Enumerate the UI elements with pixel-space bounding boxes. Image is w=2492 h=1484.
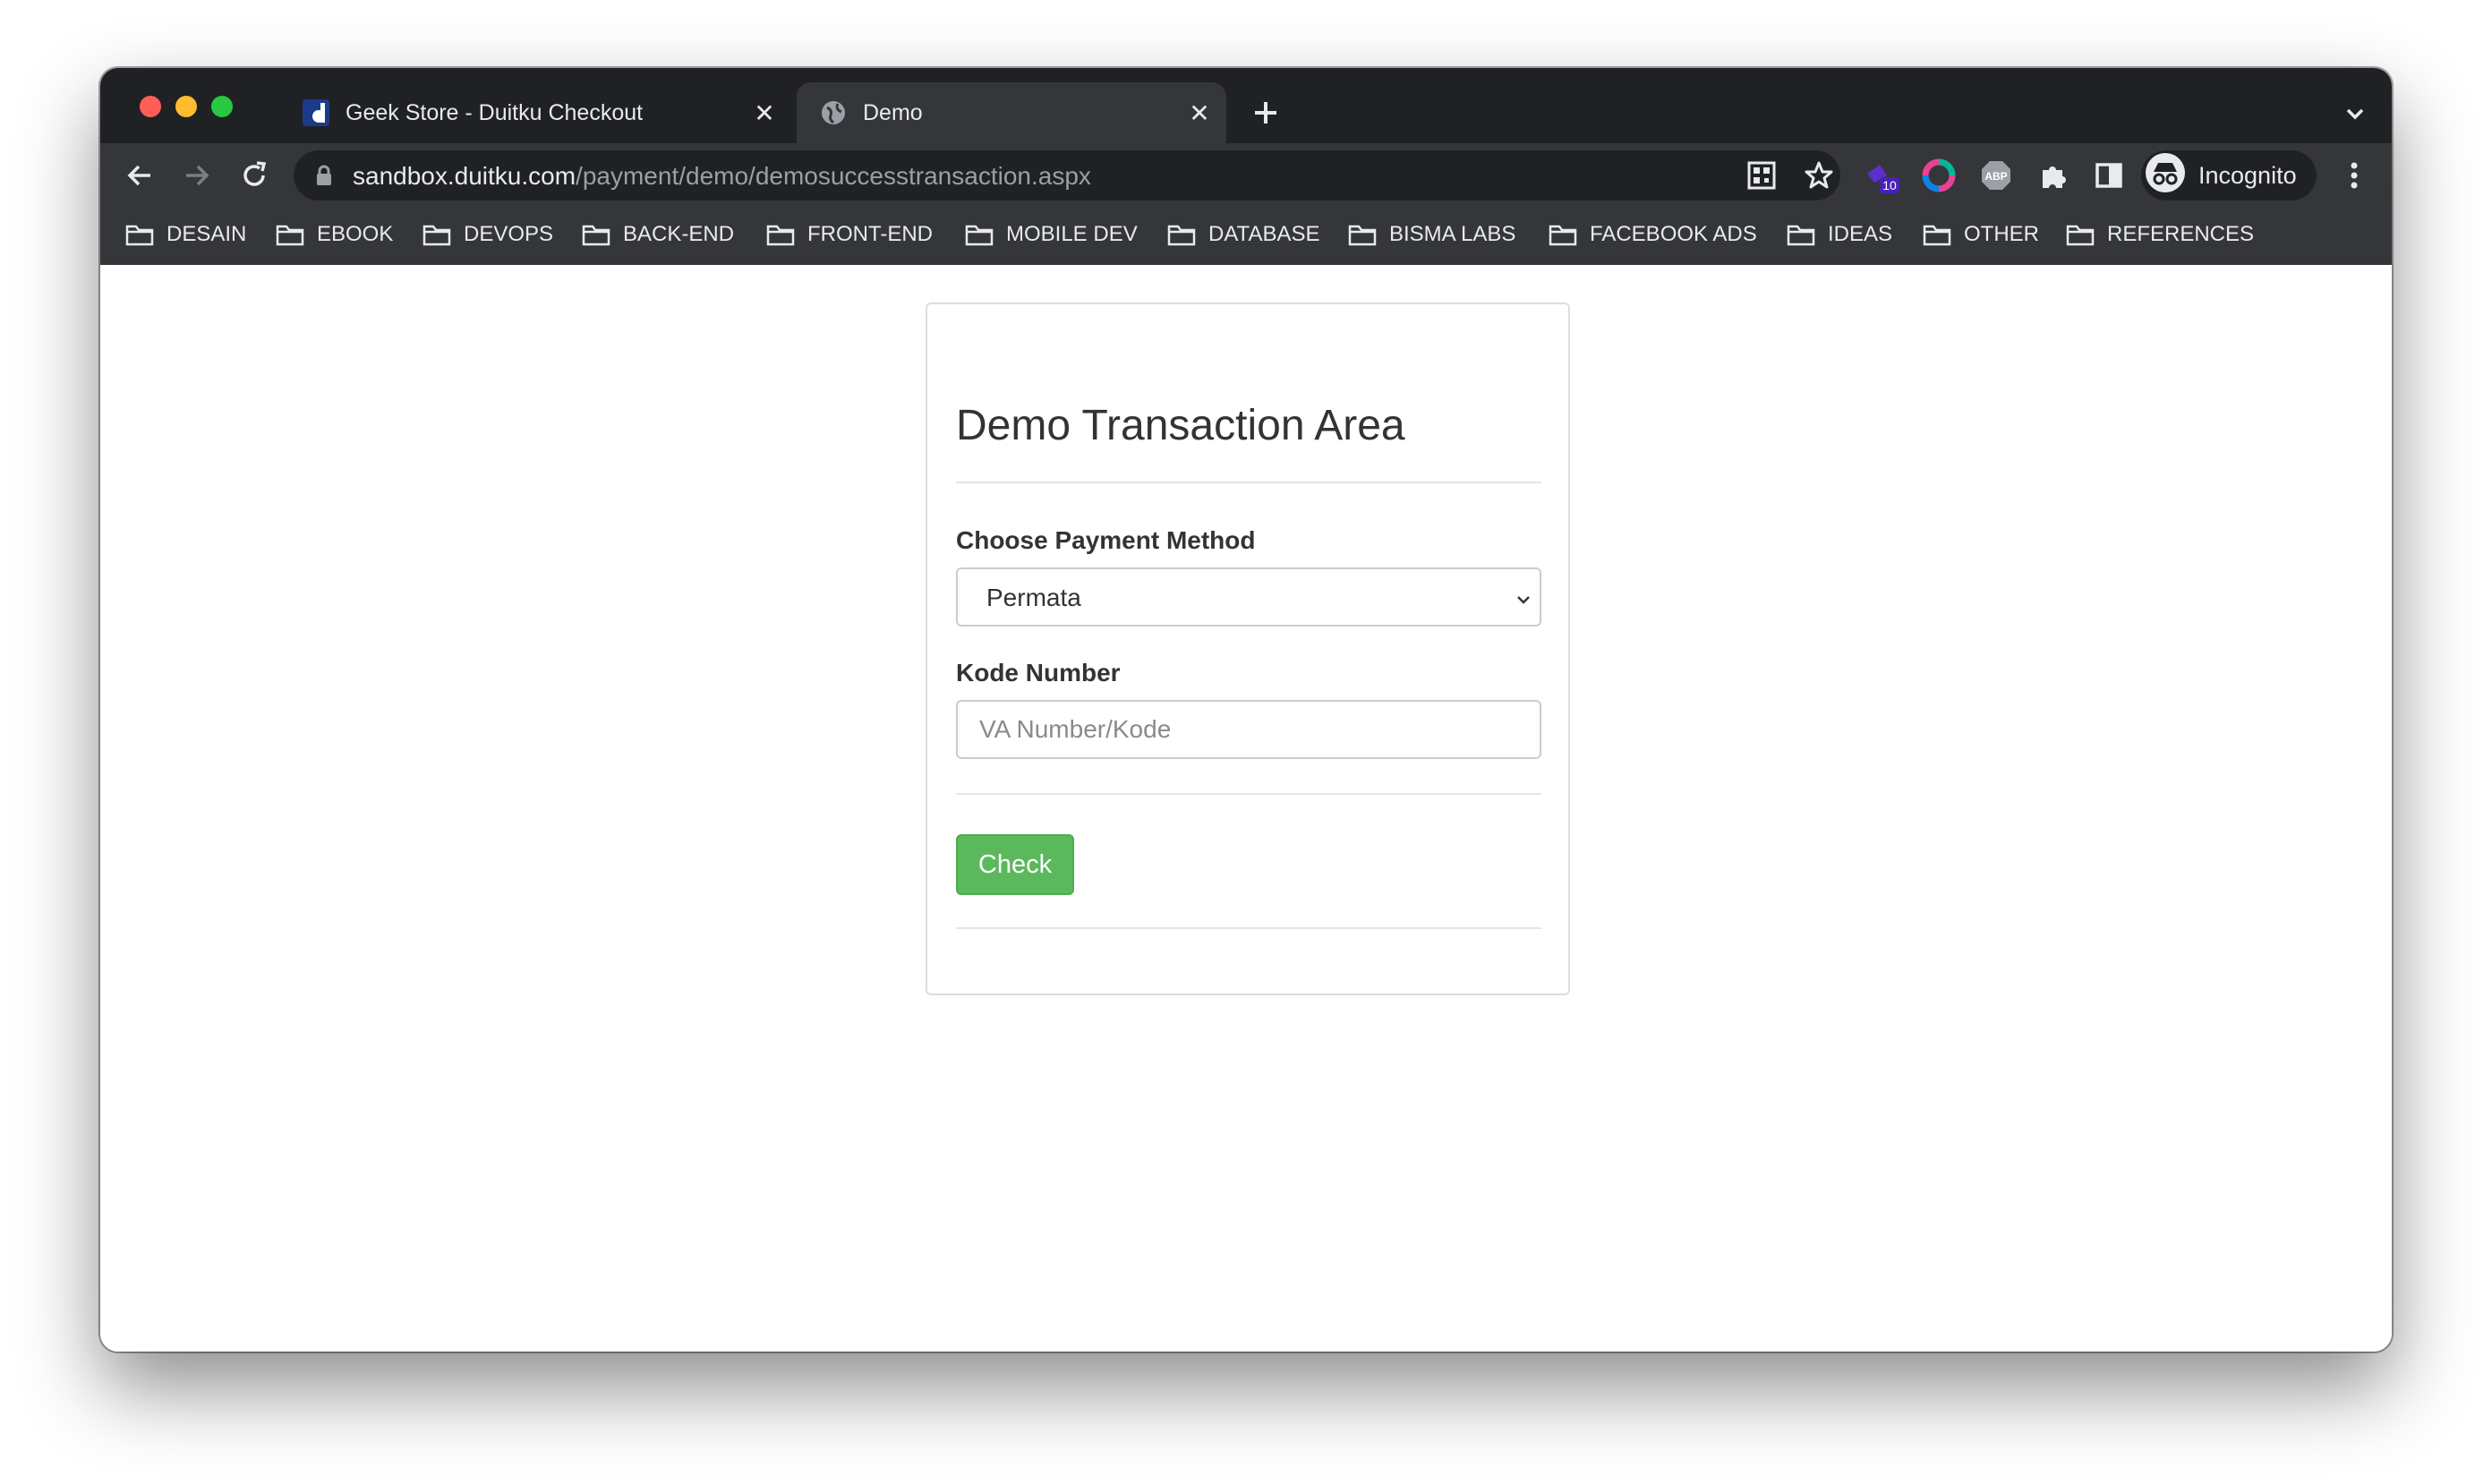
url-host: sandbox.duitku.com <box>353 162 576 190</box>
payment-method-value: Permata <box>986 584 1081 611</box>
incognito-icon <box>2145 152 2186 200</box>
folder-icon <box>1348 225 1377 246</box>
back-arrow-icon[interactable] <box>120 156 159 195</box>
bookmark-other[interactable]: OTHER <box>1923 222 2039 247</box>
transaction-panel: Demo Transaction Area Choose Payment Met… <box>926 303 1570 995</box>
sidebar-icon[interactable] <box>2089 156 2129 195</box>
folder-icon <box>1787 225 1815 246</box>
zoom-window-button[interactable] <box>211 96 233 117</box>
bookmark-facebook-ads[interactable]: FACEBOOK ADS <box>1549 222 1757 247</box>
folder-icon <box>965 225 994 246</box>
address-bar[interactable]: sandbox.duitku.com/payment/demo/demosucc… <box>294 150 1840 200</box>
bookmark-database[interactable]: DATABASE <box>1167 222 1319 247</box>
tab-title: Geek Store - Duitku Checkout <box>346 99 644 125</box>
duitku-favicon-icon <box>303 99 329 126</box>
browser-chrome: Geek Store - Duitku Checkout ✕ Demo ✕ sa… <box>100 68 2392 265</box>
lock-icon[interactable] <box>315 165 333 191</box>
folder-icon <box>1549 225 1577 246</box>
bookmark-back-end[interactable]: BACK-END <box>582 222 734 247</box>
check-button[interactable]: Check <box>956 834 1074 895</box>
divider <box>956 793 1541 795</box>
browser-window: Geek Store - Duitku Checkout ✕ Demo ✕ sa… <box>100 68 2392 1352</box>
tab-search-chevron-down-icon[interactable] <box>2340 98 2370 129</box>
bookmark-ebook[interactable]: EBOOK <box>276 222 393 247</box>
page-content: Demo Transaction Area Choose Payment Met… <box>100 265 2392 1352</box>
minimize-window-button[interactable] <box>175 96 197 117</box>
extension-icon[interactable]: 10 <box>1862 156 1901 195</box>
globe-icon <box>820 99 847 126</box>
folder-icon <box>276 225 304 246</box>
bookmark-mobile-dev[interactable]: MOBILE DEV <box>965 222 1138 247</box>
divider <box>956 482 1541 483</box>
kebab-menu-icon[interactable] <box>2334 156 2374 195</box>
page-title: Demo Transaction Area <box>956 402 1405 449</box>
qr-icon[interactable] <box>1745 159 1778 196</box>
divider <box>956 927 1541 929</box>
browser-toolbar: sandbox.duitku.com/payment/demo/demosucc… <box>100 143 2392 208</box>
abp-icon[interactable]: ABP <box>1976 156 2016 195</box>
bookmark-ideas[interactable]: IDEAS <box>1787 222 1892 247</box>
tab-title: Demo <box>863 99 923 125</box>
reload-icon[interactable] <box>235 156 274 195</box>
folder-icon <box>582 225 610 246</box>
puzzle-icon[interactable] <box>2034 156 2073 195</box>
profile-label: Incognito <box>2198 161 2297 189</box>
payment-method-label: Choose Payment Method <box>956 526 1256 554</box>
close-icon[interactable]: ✕ <box>750 98 779 127</box>
kode-number-input[interactable] <box>956 700 1541 759</box>
bookmarks-bar: DESAIN EBOOK DEVOPS BACK-END FRONT-END M… <box>100 208 2392 265</box>
folder-icon <box>422 225 451 246</box>
bookmark-desain[interactable]: DESAIN <box>125 222 246 247</box>
payment-method-select[interactable]: Permata <box>956 567 1541 627</box>
folder-icon <box>2066 225 2095 246</box>
tab-demo[interactable]: Demo ✕ <box>797 82 1226 143</box>
svg-text:ABP: ABP <box>1984 170 2007 183</box>
bookmark-devops[interactable]: DEVOPS <box>422 222 553 247</box>
folder-icon <box>766 225 795 246</box>
folder-icon <box>1923 225 1951 246</box>
bookmark-front-end[interactable]: FRONT-END <box>766 222 933 247</box>
url-text[interactable]: sandbox.duitku.com/payment/demo/demosucc… <box>353 162 1091 191</box>
bookmark-references[interactable]: REFERENCES <box>2066 222 2254 247</box>
profile-incognito-button[interactable]: Incognito <box>2141 150 2317 200</box>
chevron-down-icon <box>1513 589 1534 610</box>
kode-number-label: Kode Number <box>956 659 1121 687</box>
extension-badge: 10 <box>1882 178 1897 192</box>
close-window-button[interactable] <box>140 96 161 117</box>
bookmark-bisma-labs[interactable]: BISMA LABS <box>1348 222 1515 247</box>
star-icon[interactable] <box>1803 159 1835 196</box>
forward-arrow-icon[interactable] <box>177 156 217 195</box>
color-wheel-icon[interactable] <box>1919 156 1959 195</box>
tab-geek-store[interactable]: Geek Store - Duitku Checkout ✕ <box>279 82 791 143</box>
folder-icon <box>1167 225 1196 246</box>
folder-icon <box>125 225 154 246</box>
close-icon[interactable]: ✕ <box>1185 98 1214 127</box>
new-tab-plus-icon[interactable] <box>1248 95 1284 131</box>
url-path: /payment/demo/demosuccesstransaction.asp… <box>576 162 1091 190</box>
